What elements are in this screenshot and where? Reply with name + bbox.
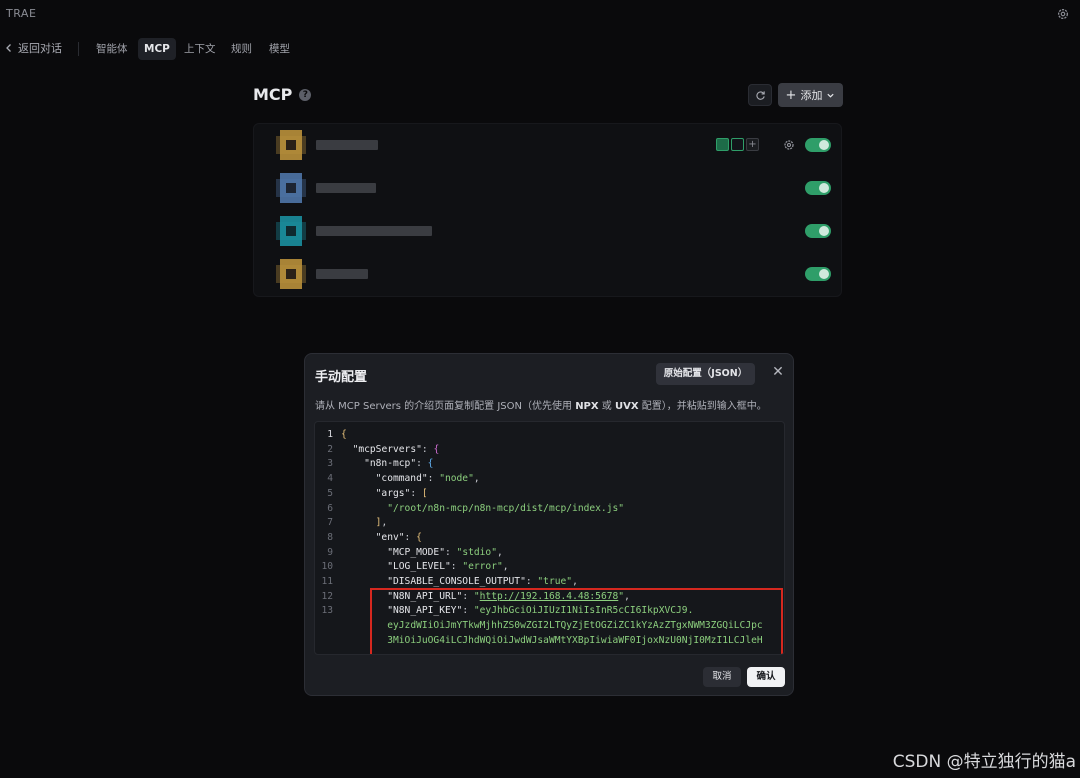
server-row[interactable] (254, 253, 843, 296)
server-row[interactable]: + (254, 124, 843, 167)
plus-icon: + (785, 87, 797, 103)
title-bar: TRAE (0, 0, 1080, 28)
gear-icon[interactable] (783, 139, 795, 151)
close-icon[interactable]: ✕ (770, 364, 786, 380)
server-name-redacted (316, 269, 368, 279)
settings-icon[interactable] (1056, 7, 1070, 21)
back-to-chat-button[interactable]: 返回对话 (4, 40, 62, 56)
confirm-button[interactable]: 确认 (747, 667, 785, 687)
server-name-redacted (316, 226, 432, 236)
watermark: CSDN @特立独行的猫a (892, 752, 1076, 772)
page-title: MCP ? (253, 85, 312, 104)
server-toggle[interactable] (805, 267, 831, 281)
json-config-editor[interactable]: 1{ 2 "mcpServers": { 3 "n8n-mcp": { 4 "c… (314, 421, 785, 655)
server-name-redacted (316, 140, 378, 150)
dialog-description: 请从 MCP Servers 的介绍页面复制配置 JSON（优先使用 NPX 或… (315, 401, 767, 412)
manual-config-dialog: 手动配置 原始配置（JSON） ✕ 请从 MCP Servers 的介绍页面复制… (304, 353, 794, 696)
server-toggle[interactable] (805, 181, 831, 195)
terminal-icon (731, 138, 744, 151)
tab-context[interactable]: 上下文 (178, 38, 222, 60)
mcp-server-list: + (253, 123, 842, 297)
server-name-redacted (316, 183, 376, 193)
refresh-icon (756, 91, 765, 100)
tool-badges: + (716, 138, 759, 151)
tool-icon (716, 138, 729, 151)
app-title: TRAE (6, 7, 37, 20)
divider (78, 42, 79, 56)
server-toggle[interactable] (805, 138, 831, 152)
server-logo (276, 259, 306, 289)
server-logo (276, 173, 306, 203)
raw-config-button[interactable]: 原始配置（JSON） (656, 363, 755, 385)
server-row[interactable] (254, 210, 843, 253)
page-title-text: MCP (253, 85, 293, 104)
cancel-button[interactable]: 取消 (703, 667, 741, 687)
back-label: 返回对话 (18, 42, 62, 55)
add-label: 添加 (800, 89, 823, 102)
server-logo (276, 216, 306, 246)
server-logo (276, 130, 306, 160)
refresh-button[interactable] (748, 84, 772, 106)
add-server-button[interactable]: + 添加 (778, 83, 843, 107)
tab-rules[interactable]: 规则 (225, 38, 258, 60)
tab-models[interactable]: 模型 (263, 38, 296, 60)
annotation-highlight (370, 588, 783, 654)
server-row[interactable] (254, 167, 843, 210)
tab-agents[interactable]: 智能体 (90, 38, 134, 60)
tab-mcp[interactable]: MCP (138, 38, 176, 60)
dialog-title: 手动配置 (315, 370, 368, 385)
chevron-left-icon (6, 44, 11, 52)
help-icon[interactable]: ? (299, 88, 312, 101)
chevron-down-icon (827, 93, 835, 98)
server-toggle[interactable] (805, 224, 831, 238)
settings-tabbar: 返回对话 智能体 MCP 上下文 规则 模型 (0, 38, 1080, 62)
plus-icon[interactable]: + (746, 138, 759, 151)
